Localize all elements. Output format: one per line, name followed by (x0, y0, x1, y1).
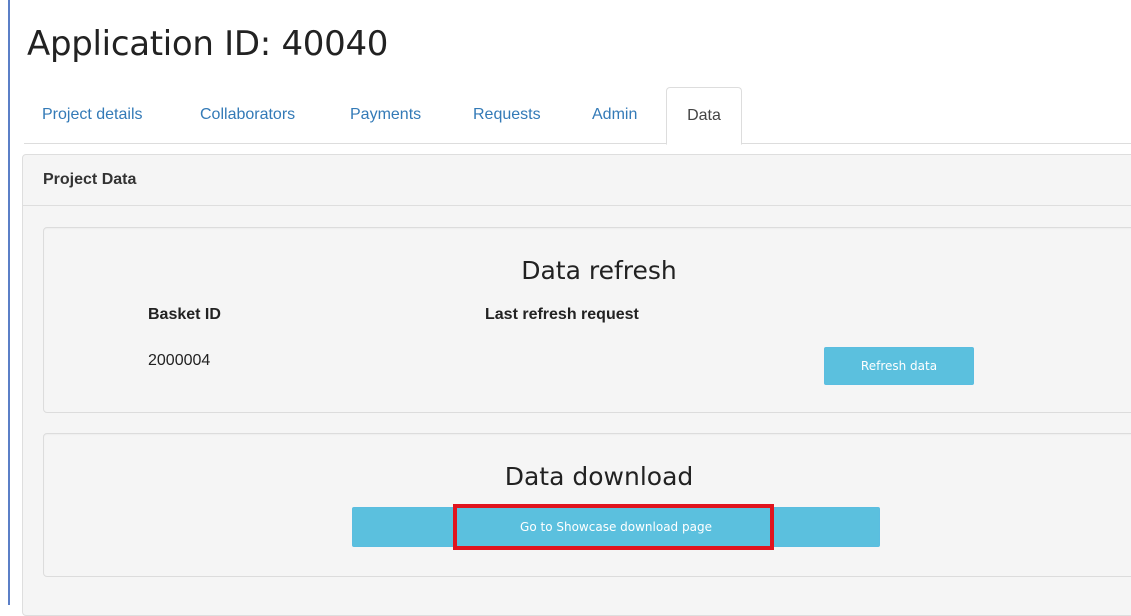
tab-admin[interactable]: Admin (592, 87, 637, 142)
last-refresh-header: Last refresh request (485, 306, 639, 323)
basket-id-header: Basket ID (148, 306, 221, 323)
tab-payments[interactable]: Payments (350, 87, 421, 142)
basket-id-value: 2000004 (148, 352, 211, 369)
page-title: Application ID: 40040 (27, 24, 389, 64)
data-refresh-title: Data refresh (521, 256, 677, 285)
refresh-data-button[interactable]: Refresh data (824, 347, 974, 385)
tab-collaborators[interactable]: Collaborators (200, 87, 295, 142)
tab-data[interactable]: Data (666, 87, 742, 145)
panel-heading: Project Data (23, 155, 1131, 206)
tab-project-details[interactable]: Project details (42, 87, 143, 142)
showcase-download-button[interactable]: Go to Showcase download page (352, 507, 880, 547)
project-data-panel: Project Data Data refresh Basket ID Last… (22, 154, 1131, 616)
left-border-rule (8, 0, 10, 605)
data-download-section: Data download Go to Showcase download pa… (43, 433, 1131, 577)
tab-bar: Project details Collaborators Payments R… (24, 87, 1131, 145)
data-refresh-section: Data refresh Basket ID Last refresh requ… (43, 227, 1131, 413)
data-download-title: Data download (504, 462, 694, 491)
tab-requests[interactable]: Requests (473, 87, 541, 142)
